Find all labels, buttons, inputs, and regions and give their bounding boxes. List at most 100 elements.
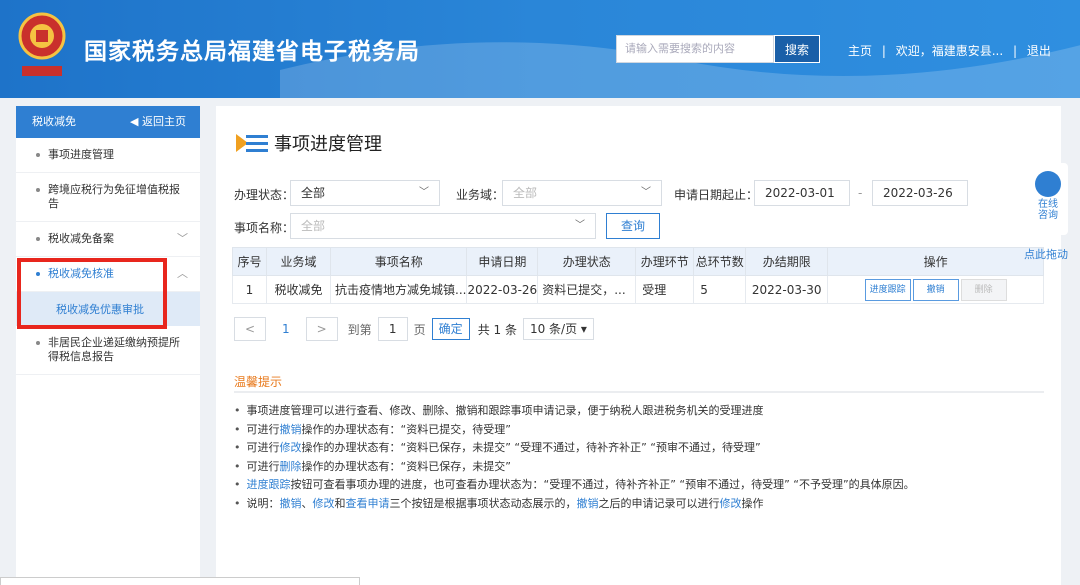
status-select-value: 全部	[301, 186, 326, 200]
annotation-highlight-box	[17, 258, 167, 329]
tip-item: 可进行删除操作的办理状态有：“资料已保存，未提交”	[234, 458, 915, 477]
tip-text: 操作的办理状态有：“资料已保存，未提交” “受理不通过，待补齐补正” “预审不通…	[301, 441, 761, 454]
column-header: 事项名称	[329, 247, 468, 276]
sidebar-item-progress[interactable]: 事项进度管理	[16, 138, 200, 173]
chevron-up-icon: ︿	[177, 267, 188, 280]
column-header: 申请日期	[466, 247, 539, 276]
delete-button: 删除	[960, 278, 1007, 301]
chevron-down-icon: ﹀	[177, 232, 188, 245]
item-name-select-value: 全部	[301, 219, 326, 233]
online-consult-widget[interactable]: 在线 咨询	[1028, 163, 1068, 235]
pagination: < 1 > 到第 1 页 确定 共 1 条 10 条/页 ▾	[234, 317, 594, 341]
page-confirm-button[interactable]: 确定	[431, 318, 470, 340]
tips-title: 温馨提示	[234, 375, 283, 389]
status-select[interactable]: 全部 ﹀	[290, 180, 440, 206]
site-title: 国家税务总局福建省电子税务局	[84, 39, 420, 65]
column-header: 办理状态	[537, 247, 637, 276]
tips-divider	[234, 391, 1044, 393]
sidebar-item-nonresident-report[interactable]: 非居民企业递延缴纳预提所得税信息报告	[16, 326, 200, 375]
domain-select-value: 全部	[513, 186, 538, 200]
query-button[interactable]: 查询	[606, 213, 660, 239]
next-page-button[interactable]: >	[305, 317, 338, 341]
actions-cell: 进度跟踪 撤销 删除	[827, 275, 1044, 304]
table-cell: 受理	[635, 275, 695, 304]
sidebar-item-cross-border-vat[interactable]: 跨境应税行为免征增值税报告	[16, 173, 200, 222]
table-cell: 2022-03-26	[466, 275, 539, 304]
search-button[interactable]: 搜索	[774, 35, 820, 63]
tip-highlight: 查看申请	[345, 496, 390, 510]
tax-bureau-emblem-icon	[18, 12, 66, 76]
logout-link[interactable]: 退出	[1027, 44, 1051, 58]
column-header: 序号	[232, 247, 267, 276]
item-name-label: 事项名称：	[234, 221, 295, 235]
chevron-down-icon: ﹀	[419, 187, 429, 198]
tip-highlight: 进度跟踪	[246, 478, 291, 491]
search-input[interactable]: 请输入需要搜索的内容	[616, 35, 774, 63]
back-arrow-icon: ◀	[130, 115, 142, 128]
sidebar-item-filing[interactable]: 税收减免备案 ﹀	[16, 222, 200, 257]
drag-handle-label[interactable]: 点此拖动	[1024, 246, 1068, 262]
domain-label: 业务域：	[456, 188, 505, 202]
sidebar-header: 税收减免 ◀ 返回主页	[16, 106, 200, 138]
consult-label-line1: 在线	[1038, 199, 1058, 210]
chevron-down-icon: ﹀	[575, 220, 585, 231]
date-from-input[interactable]: 2022-03-01	[754, 180, 850, 206]
item-name-select[interactable]: 全部 ﹀	[290, 213, 596, 239]
tips-list: 事项进度管理可以进行查看、修改、删除、撤销和跟踪事项申请记录，便于纳税人跟进税务…	[234, 402, 915, 513]
tip-text: 事项进度管理可以进行查看、修改、删除、撤销和跟踪事项申请记录，便于纳税人跟进税务…	[246, 404, 764, 417]
track-progress-button[interactable]: 进度跟踪	[864, 278, 911, 301]
welcome-user-link[interactable]: 欢迎，福建惠安县...	[896, 44, 1003, 58]
page-number[interactable]: 1	[282, 322, 290, 336]
page-title: 事项进度管理	[234, 130, 382, 156]
tip-text: 操作的办理状态有：“资料已保存，未提交”	[301, 459, 511, 473]
page-unit-label: 页	[413, 322, 426, 337]
consult-label-line2: 咨询	[1038, 210, 1058, 221]
tip-highlight: 删除	[279, 459, 302, 473]
home-link[interactable]: 主页	[848, 44, 872, 58]
tip-highlight: 修改	[279, 441, 302, 454]
tip-item: 事项进度管理可以进行查看、修改、删除、撤销和跟踪事项申请记录，便于纳税人跟进税务…	[234, 402, 915, 421]
sidebar: 税收减免 ◀ 返回主页 事项进度管理 跨境应税行为免征增值税报告 税收减免备案 ﹀…	[16, 106, 200, 585]
column-header: 办理环节	[635, 247, 695, 276]
list-title-icon	[236, 134, 268, 152]
tip-highlight: 撤销	[279, 496, 302, 510]
tip-item: 可进行撤销操作的办理状态有：“资料已提交，待受理”	[234, 421, 915, 440]
table-cell: 1	[232, 275, 267, 304]
tip-text: 按钮可查看事项办理的进度，也可查看办理状态为：“受理不通过，待补齐补正” “预审…	[290, 478, 915, 491]
tip-text: 操作	[741, 496, 764, 510]
tip-text: 三个按钮是根据事项状态动态展示的，	[389, 496, 577, 510]
bottom-status-strip	[0, 577, 360, 585]
date-separator: -	[858, 186, 863, 200]
tip-text: 和	[334, 496, 346, 510]
sidebar-item-label: 税收减免备案	[48, 232, 114, 245]
table-row: 1 税收减免 抗击疫情地方减免城镇... 2022-03-26 资料已提交，..…	[232, 275, 1044, 304]
site-header: 国家税务总局福建省电子税务局 请输入需要搜索的内容 搜索 主页 | 欢迎，福建惠…	[0, 0, 1080, 98]
tip-highlight: 撤销	[279, 422, 302, 436]
tip-text: 说明：	[246, 496, 280, 510]
table-cell: 资料已提交，...	[537, 275, 637, 304]
column-header: 操作	[827, 247, 1044, 276]
domain-select[interactable]: 全部 ﹀	[502, 180, 662, 206]
prev-page-button[interactable]: <	[234, 317, 266, 341]
revoke-button[interactable]: 撤销	[912, 278, 959, 301]
tip-item: 进度跟踪按钮可查看事项办理的进度，也可查看办理状态为：“受理不通过，待补齐补正”…	[234, 476, 915, 495]
tip-highlight: 修改	[312, 496, 335, 510]
date-range-label: 申请日期起止：	[674, 188, 759, 202]
column-header: 办结期限	[745, 247, 829, 276]
date-to-input[interactable]: 2022-03-26	[872, 180, 968, 206]
table-cell: 5	[693, 275, 747, 304]
column-header: 总环节数	[693, 247, 747, 276]
total-count: 共 1 条	[477, 322, 517, 337]
tip-text: 、	[301, 496, 313, 510]
main-panel: 事项进度管理 办理状态： 全部 ﹀ 业务域： 全部 ﹀ 申请日期起止： 2022-0…	[216, 106, 1061, 585]
top-links: 主页 | 欢迎，福建惠安县... | 退出	[848, 42, 1057, 59]
chat-bubble-icon	[1035, 171, 1061, 197]
return-home-link[interactable]: ◀ 返回主页	[130, 106, 186, 138]
return-home-label: 返回主页	[142, 115, 186, 128]
table-header-row: 序号 业务域 事项名称 申请日期 办理状态 办理环节 总环节数 办结期限 操作	[232, 247, 1044, 276]
tip-text: 可进行	[246, 441, 280, 454]
page-size-select[interactable]: 10 条/页 ▾	[522, 318, 594, 340]
tip-highlight: 撤销	[576, 496, 599, 510]
tip-item: 可进行修改操作的办理状态有：“资料已保存，未提交” “受理不通过，待补齐补正” …	[234, 439, 915, 458]
page-jump-input[interactable]: 1	[377, 317, 408, 341]
